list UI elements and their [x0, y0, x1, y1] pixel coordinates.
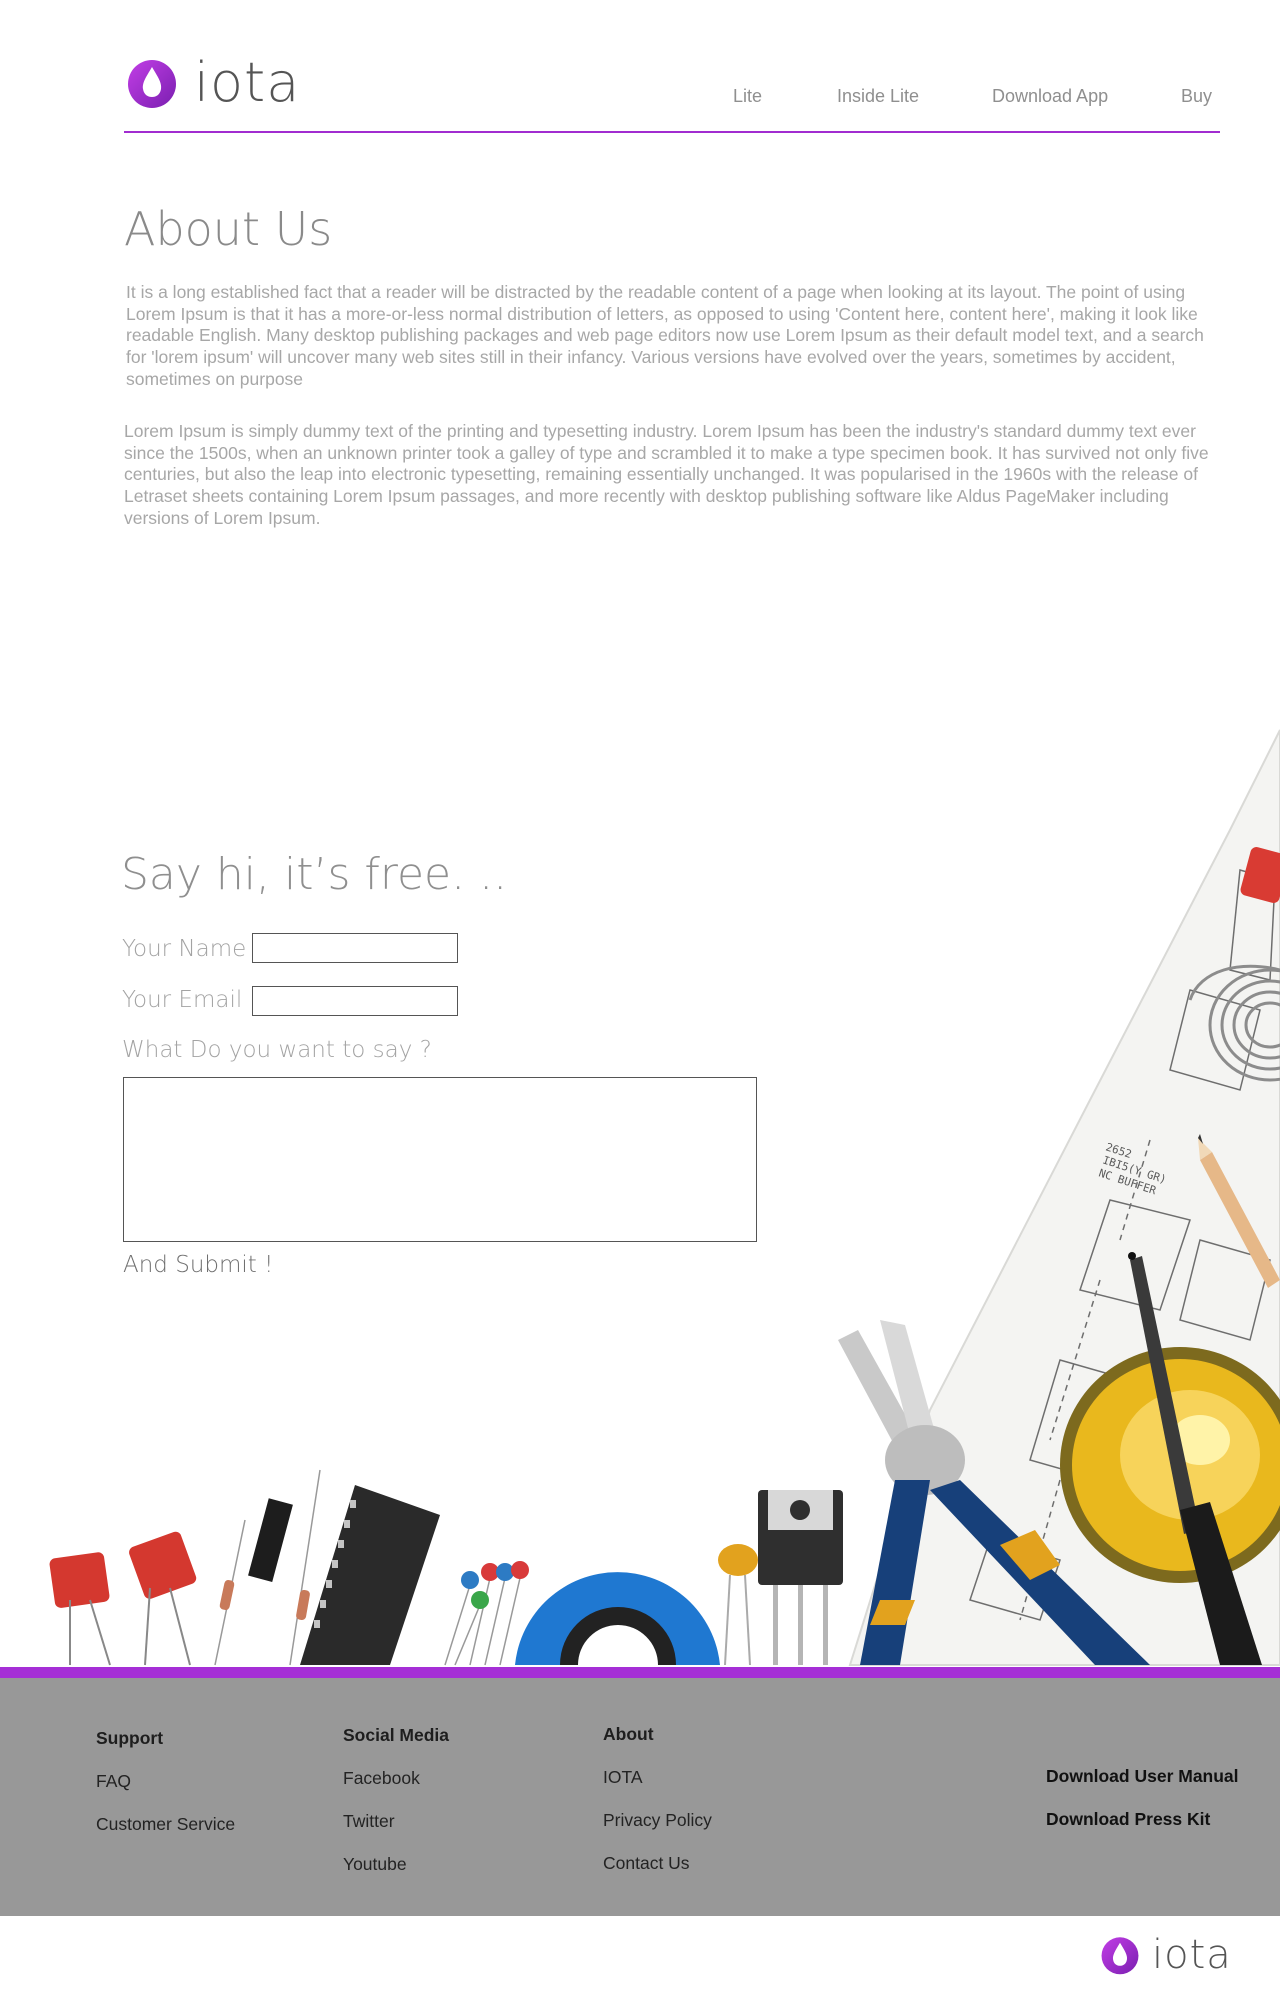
red-capacitors: [49, 1531, 197, 1666]
message-textarea[interactable]: [123, 1077, 757, 1242]
electrical-tape: [515, 1572, 720, 1665]
footer-link-privacy-policy[interactable]: Privacy Policy: [603, 1810, 712, 1831]
email-label: Your Email: [122, 987, 243, 1013]
footer-link-faq[interactable]: FAQ: [96, 1771, 131, 1792]
integrated-circuit: [300, 1485, 440, 1665]
footer-accent-band: [0, 1667, 1280, 1678]
name-label: Your Name: [122, 936, 247, 962]
footer-link-facebook[interactable]: Facebook: [343, 1768, 420, 1789]
yellow-capacitor: [718, 1544, 758, 1666]
small-components: [444, 1561, 529, 1666]
footer-link-twitter[interactable]: Twitter: [343, 1811, 395, 1832]
footer-link-contact-us[interactable]: Contact Us: [603, 1853, 690, 1874]
download-user-manual-link[interactable]: Download User Manual: [1046, 1766, 1239, 1787]
submit-button[interactable]: And Submit !: [123, 1252, 273, 1278]
about-paragraph-1: It is a long established fact that a rea…: [126, 282, 1204, 389]
footer: Support FAQ Customer Service Social Medi…: [0, 1678, 1280, 1916]
footer-link-youtube[interactable]: Youtube: [343, 1854, 407, 1875]
pin-header: [248, 1498, 293, 1583]
nav-item-download-app[interactable]: Download App: [992, 86, 1108, 107]
message-label: What Do you want to say ?: [122, 1037, 432, 1063]
footer-support-heading: Support: [96, 1728, 164, 1748]
about-paragraph-2: Lorem Ipsum is simply dummy text of the …: [124, 421, 1209, 528]
logo-drop-icon: [1101, 1937, 1139, 1975]
power-transistor: [758, 1490, 843, 1665]
logo-wordmark: iota: [1152, 1932, 1232, 1978]
footer-about-heading: About: [603, 1724, 654, 1744]
contact-title: Say hi, it’s free. ..: [121, 849, 508, 900]
about-title: About Us: [124, 202, 333, 256]
email-input[interactable]: [252, 986, 458, 1016]
header-divider: [124, 131, 1220, 133]
main-nav: Lite Inside Lite Download App Buy: [0, 86, 1280, 116]
nav-item-buy[interactable]: Buy: [1181, 86, 1212, 107]
footer-social-heading: Social Media: [343, 1725, 450, 1745]
nav-item-inside-lite[interactable]: Inside Lite: [837, 86, 919, 107]
footer-link-customer-service[interactable]: Customer Service: [96, 1814, 235, 1835]
nav-item-lite[interactable]: Lite: [733, 86, 762, 107]
name-input[interactable]: [252, 933, 458, 963]
footer-brand-logo[interactable]: iota: [1100, 1935, 1232, 1975]
footer-link-iota[interactable]: IOTA: [603, 1767, 643, 1788]
download-press-kit-link[interactable]: Download Press Kit: [1046, 1809, 1210, 1830]
